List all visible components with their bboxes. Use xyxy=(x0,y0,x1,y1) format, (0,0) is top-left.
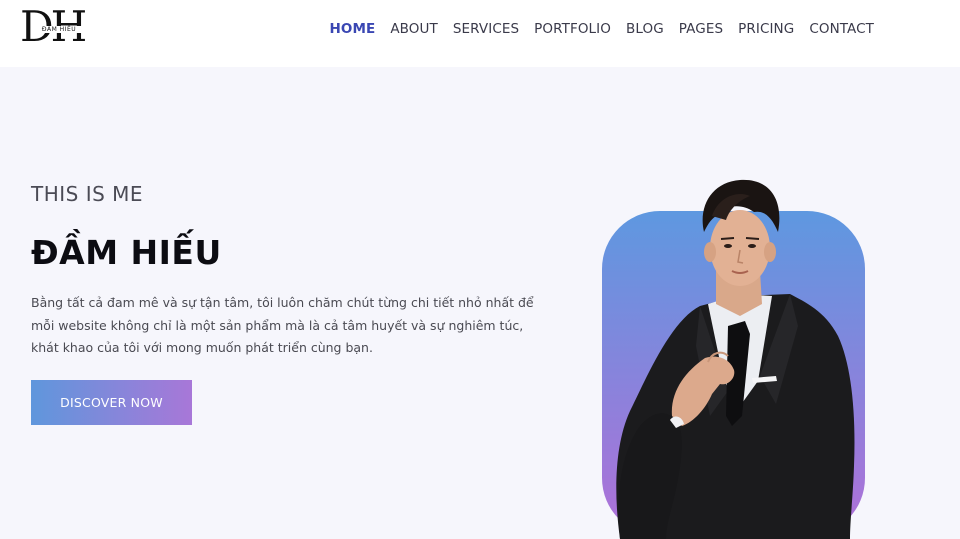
main-nav: HOME ABOUT SERVICES PORTFOLIO BLOG PAGES… xyxy=(322,18,882,40)
logo[interactable]: DH ĐẦM HIẾU xyxy=(20,4,98,50)
nav-item-portfolio[interactable]: PORTFOLIO xyxy=(527,18,619,40)
nav-item-contact[interactable]: CONTACT xyxy=(802,18,882,40)
nav-item-home[interactable]: HOME xyxy=(322,18,383,40)
hero-name: ĐẦM HIẾU xyxy=(31,233,222,272)
nav-item-services[interactable]: SERVICES xyxy=(445,18,526,40)
nav-item-pricing[interactable]: PRICING xyxy=(731,18,802,40)
logo-subtitle: ĐẦM HIẾU xyxy=(34,26,84,33)
nav-item-pages[interactable]: PAGES xyxy=(671,18,730,40)
hero-eyebrow: THIS IS ME xyxy=(31,182,144,206)
nav-item-blog[interactable]: BLOG xyxy=(619,18,672,40)
portrait-photo xyxy=(616,179,855,539)
hero-description: Bằng tất cả đam mê và sự tận tâm, tôi lu… xyxy=(31,295,534,355)
discover-now-button[interactable]: DISCOVER NOW xyxy=(31,380,192,425)
nav-item-about[interactable]: ABOUT xyxy=(383,18,446,40)
site-header: DH ĐẦM HIẾU HOME ABOUT SERVICES PORTFOLI… xyxy=(0,0,960,67)
